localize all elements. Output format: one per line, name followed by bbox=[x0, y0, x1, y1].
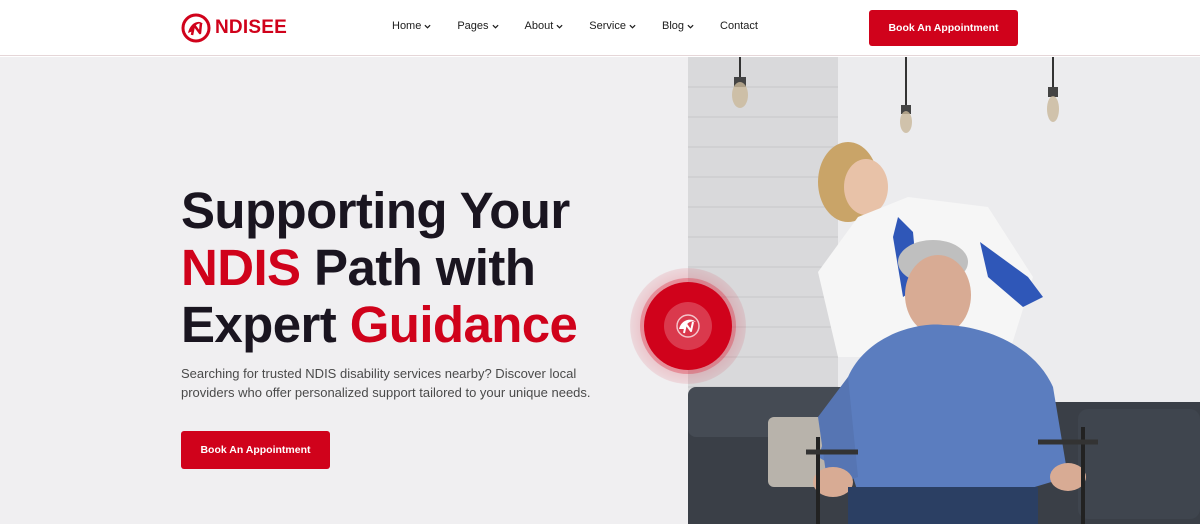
hero-title-highlight-guidance: Guidance bbox=[349, 296, 578, 353]
nav-item-label: Blog bbox=[661, 20, 685, 32]
chevron-down-icon bbox=[556, 24, 563, 29]
hero-title-line1: Supporting Your bbox=[181, 182, 570, 239]
chevron-down-icon bbox=[629, 24, 636, 29]
nav-item-pages[interactable]: Pages bbox=[457, 20, 499, 32]
site-header: NDISEE Home Pages About Service Blog Con… bbox=[0, 0, 1200, 56]
badge-circle bbox=[644, 282, 732, 370]
chevron-down-icon bbox=[424, 24, 431, 29]
hero-title-line3: Expert bbox=[181, 296, 350, 353]
main-nav: Home Pages About Service Blog Contact bbox=[392, 20, 784, 32]
logo-swirl-icon bbox=[676, 314, 700, 338]
hero-title-line2: Path with bbox=[300, 239, 536, 296]
hero-title-highlight-ndis: NDIS bbox=[181, 239, 301, 296]
nav-item-contact[interactable]: Contact bbox=[720, 20, 758, 32]
book-appointment-hero-button[interactable]: Book An Appointment bbox=[181, 431, 330, 469]
nurse-with-elderly-man-photo bbox=[688, 57, 1200, 524]
chevron-down-icon bbox=[491, 24, 499, 29]
brand-name: NDISEE bbox=[215, 17, 287, 38]
nav-item-blog[interactable]: Blog bbox=[662, 20, 694, 32]
nav-item-about[interactable]: About bbox=[525, 20, 564, 32]
nav-item-label: Service bbox=[589, 20, 626, 32]
brand-logo[interactable]: NDISEE bbox=[181, 13, 287, 43]
book-appointment-header-button[interactable]: Book An Appointment bbox=[869, 10, 1018, 46]
nav-item-label: Pages bbox=[457, 20, 489, 32]
hero-title: Supporting Your NDIS Path with Expert Gu… bbox=[181, 182, 661, 353]
hero-photo bbox=[688, 57, 1200, 524]
hero-badge bbox=[630, 268, 746, 384]
hero-description: Searching for trusted NDIS disability se… bbox=[181, 366, 591, 400]
nav-item-service[interactable]: Service bbox=[589, 20, 636, 32]
chevron-down-icon bbox=[687, 24, 694, 29]
badge-core bbox=[664, 302, 712, 350]
nav-item-label: Home bbox=[392, 20, 422, 32]
logo-mark-icon bbox=[181, 13, 211, 43]
nav-item-label: About bbox=[524, 20, 554, 32]
nav-item-home[interactable]: Home bbox=[392, 20, 431, 32]
nav-item-label: Contact bbox=[720, 20, 758, 32]
